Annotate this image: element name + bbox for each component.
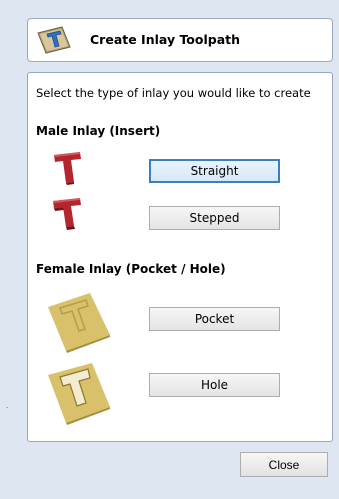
female-pocket-icon: [48, 293, 110, 353]
dialog-header: Create Inlay Toolpath: [27, 18, 333, 62]
inlay-options-panel: Select the type of inlay you would like …: [27, 72, 333, 442]
inlay-toolpath-icon: [37, 26, 71, 54]
male-straight-icon: [54, 152, 81, 185]
hole-button[interactable]: Hole: [149, 373, 280, 397]
pocket-button[interactable]: Pocket: [149, 307, 280, 331]
female-hole-icon: [48, 363, 110, 425]
stepped-button[interactable]: Stepped: [149, 206, 280, 230]
intro-text: Select the type of inlay you would like …: [36, 86, 311, 100]
female-inlay-heading: Female Inlay (Pocket / Hole): [36, 262, 226, 276]
dialog-title: Create Inlay Toolpath: [90, 32, 241, 47]
side-marker: ·: [6, 404, 9, 412]
straight-button[interactable]: Straight: [149, 159, 280, 183]
male-stepped-icon: [53, 198, 81, 230]
male-inlay-heading: Male Inlay (Insert): [36, 124, 161, 138]
close-button[interactable]: Close: [240, 452, 328, 477]
